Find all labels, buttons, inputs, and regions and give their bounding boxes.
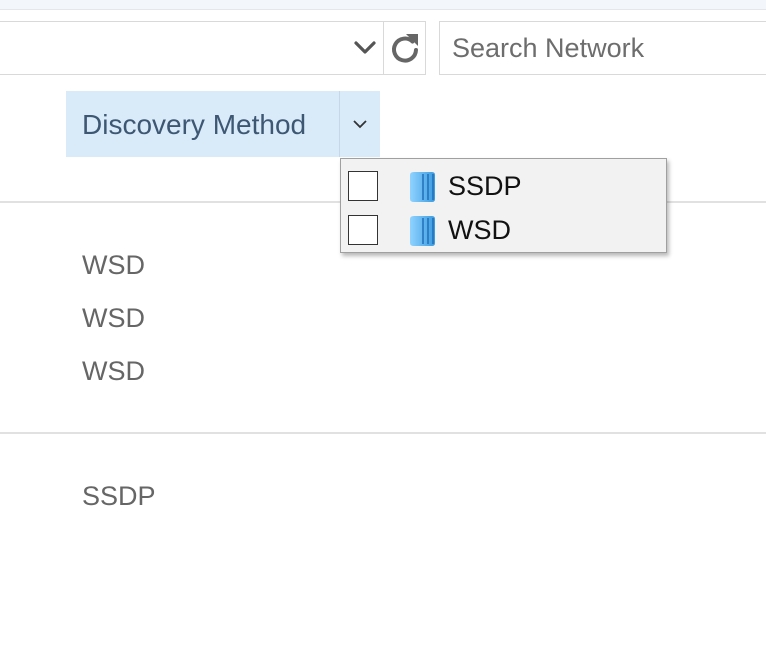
column-header-label: Discovery Method [82,109,307,140]
filter-option-ssdp[interactable]: SSDP [341,162,666,206]
table-row-cell[interactable]: WSD [82,356,145,387]
discovery-method-filter-popup: SSDP WSD [340,158,667,253]
column-header-discovery-method[interactable]: Discovery Method [66,91,380,157]
address-history-chevron-icon[interactable] [347,21,383,75]
refresh-icon [392,34,418,63]
column-filter-dropdown-button[interactable] [339,91,380,157]
search-box[interactable] [439,21,766,75]
group-divider [0,432,766,434]
network-device-icon [410,216,435,246]
filter-checkbox[interactable] [348,171,378,201]
filter-option-label: WSD [448,215,511,245]
filter-option-label: SSDP [448,171,522,201]
window-top-strip [0,0,766,10]
filter-checkbox[interactable] [348,215,378,245]
search-input[interactable] [452,22,752,74]
refresh-button[interactable] [384,22,426,74]
table-row-cell[interactable]: WSD [82,303,145,334]
chevron-down-icon [353,120,367,129]
network-device-icon [410,172,435,202]
filter-option-wsd[interactable]: WSD [341,206,666,250]
table-row-cell[interactable]: WSD [82,250,145,281]
table-row-cell[interactable]: SSDP [82,481,156,512]
